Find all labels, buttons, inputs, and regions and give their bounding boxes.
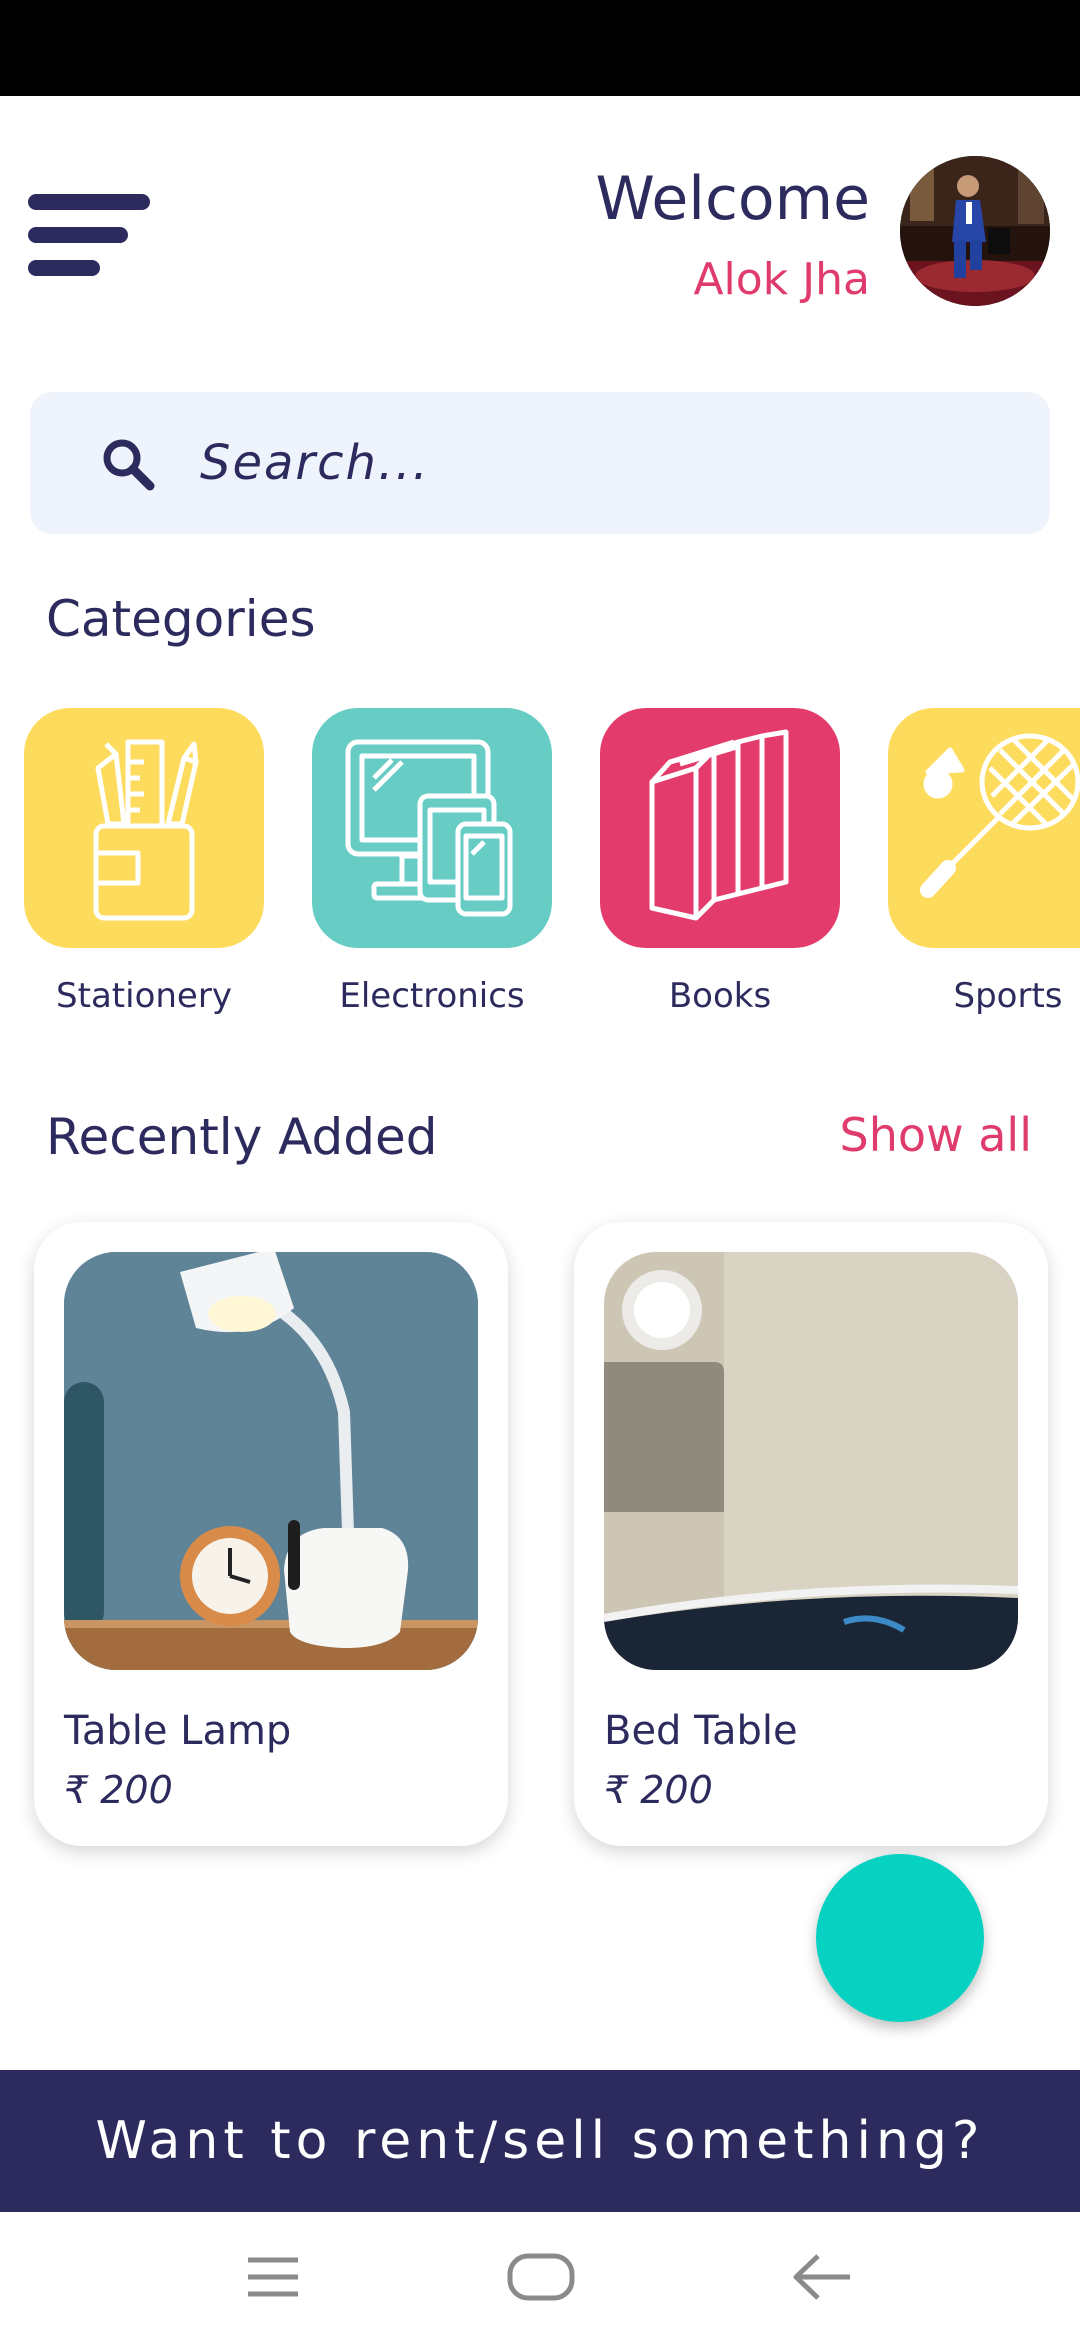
product-price: ₹ 200 — [64, 1768, 173, 1812]
avatar[interactable] — [900, 156, 1050, 306]
product-image — [604, 1252, 1018, 1670]
bed-table-photo — [604, 1252, 1018, 1670]
category-sports[interactable]: Sports — [888, 708, 1080, 1016]
categories-title: Categories — [46, 590, 316, 648]
avatar-photo — [900, 156, 1050, 306]
user-name: Alok Jha — [693, 254, 870, 305]
recently-added-title: Recently Added — [46, 1108, 438, 1166]
category-label: Books — [668, 976, 772, 1016]
devices-icon — [345, 739, 513, 917]
pencil-holder-icon — [93, 739, 199, 921]
category-tile — [24, 708, 264, 948]
search-icon — [103, 439, 155, 491]
search-bar[interactable] — [30, 392, 1050, 534]
product-name: Table Lamp — [64, 1708, 292, 1754]
category-tile — [600, 708, 840, 948]
rent-sell-banner[interactable]: Want to rent/sell something? — [0, 2070, 1080, 2212]
product-price: ₹ 200 — [604, 1768, 713, 1812]
show-all-link[interactable]: Show all — [840, 1108, 1033, 1162]
back-icon[interactable] — [780, 2242, 870, 2312]
product-card-bed-table[interactable]: Bed Table ₹ 200 — [574, 1222, 1048, 1846]
product-card-table-lamp[interactable]: Table Lamp ₹ 200 — [34, 1222, 508, 1846]
welcome-text: Welcome — [595, 164, 870, 234]
product-name: Bed Table — [604, 1708, 798, 1754]
category-tile — [312, 708, 552, 948]
add-fab-button[interactable] — [816, 1854, 984, 2022]
category-label: Stationery — [56, 976, 232, 1016]
menu-icon[interactable] — [28, 194, 152, 276]
category-label: Electronics — [339, 976, 525, 1016]
category-books[interactable]: Books — [600, 708, 840, 1016]
category-label: Sports — [953, 976, 1063, 1016]
recent-apps-icon[interactable] — [236, 2242, 326, 2312]
search-input[interactable] — [200, 422, 1000, 504]
category-stationery[interactable]: Stationery — [24, 708, 264, 1016]
home-icon[interactable] — [496, 2242, 586, 2312]
books-icon — [649, 729, 789, 921]
table-lamp-photo — [64, 1252, 478, 1670]
badminton-icon — [920, 733, 1080, 898]
product-image — [64, 1252, 478, 1670]
category-tile — [888, 708, 1080, 948]
status-bar — [0, 0, 1080, 96]
system-nav-bar — [0, 2212, 1080, 2340]
category-electronics[interactable]: Electronics — [312, 708, 552, 1016]
